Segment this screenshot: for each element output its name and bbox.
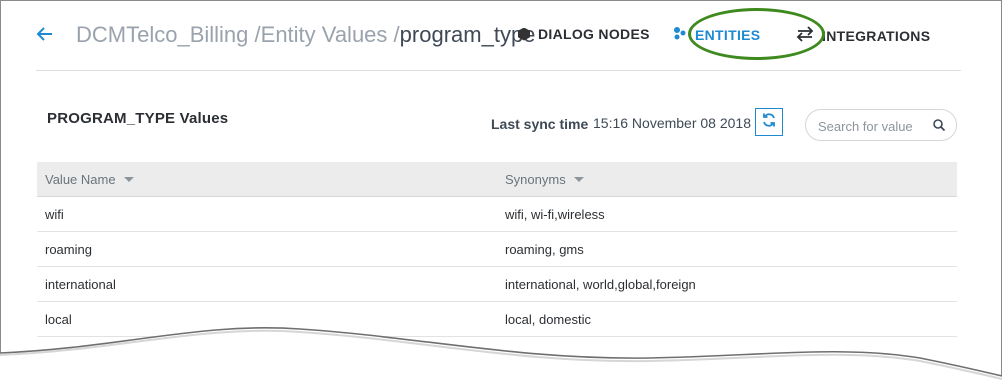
- search-box: [805, 109, 957, 141]
- sync-icon: [761, 112, 777, 133]
- hexagon-icon: [518, 27, 530, 41]
- table-row[interactable]: roaming roaming, gms: [37, 232, 957, 267]
- sync-label: Last sync time: [491, 116, 589, 132]
- search-input[interactable]: [816, 115, 932, 137]
- sort-caret-icon: [123, 177, 134, 182]
- back-arrow-icon[interactable]: [36, 24, 54, 48]
- nav-dialog-nodes[interactable]: DIALOG NODES: [518, 26, 650, 42]
- torn-edge: [0, 327, 1002, 380]
- value-name-cell: international: [45, 277, 116, 292]
- breadcrumb: DCMTelco_Billing /Entity Values /program…: [76, 22, 536, 47]
- breadcrumb-item-workspace[interactable]: DCMTelco_Billing: [76, 22, 248, 47]
- breadcrumb-item-current: program_type: [399, 22, 536, 47]
- nav-integrations-label: INTEGRATIONS: [822, 27, 931, 44]
- nav-dialog-nodes-label: DIALOG NODES: [538, 26, 650, 42]
- sync-button[interactable]: [755, 108, 783, 136]
- value-name-cell: roaming: [45, 242, 92, 257]
- synonyms-cell: roaming, gms: [505, 242, 584, 257]
- synonyms-cell: wifi, wi-fi,wireless: [505, 207, 605, 222]
- table-row[interactable]: international international, world,globa…: [37, 267, 957, 302]
- table-row[interactable]: wifi wifi, wi-fi,wireless: [37, 197, 957, 232]
- highlight-ellipse: [688, 8, 825, 60]
- breadcrumb-item-entity-values[interactable]: Entity Values: [261, 22, 388, 47]
- table-header: Value Name Synonyms: [37, 162, 957, 197]
- entities-dots-icon: [673, 26, 687, 43]
- sort-caret-icon: [573, 177, 584, 182]
- column-header-value-name[interactable]: Value Name: [45, 172, 134, 187]
- search-icon[interactable]: [932, 118, 946, 132]
- synonyms-cell: international, world,global,foreign: [505, 277, 696, 292]
- sync-time: 15:16 November 08 2018: [593, 115, 751, 131]
- value-name-cell: wifi: [45, 207, 64, 222]
- card-title: PROGRAM_TYPE Values: [47, 110, 229, 127]
- column-header-synonyms[interactable]: Synonyms: [505, 172, 584, 187]
- column-header-label: Value Name: [45, 172, 116, 187]
- values-table: Value Name Synonyms wifi wifi, wi-fi,wir…: [37, 162, 957, 337]
- column-header-label: Synonyms: [505, 172, 566, 187]
